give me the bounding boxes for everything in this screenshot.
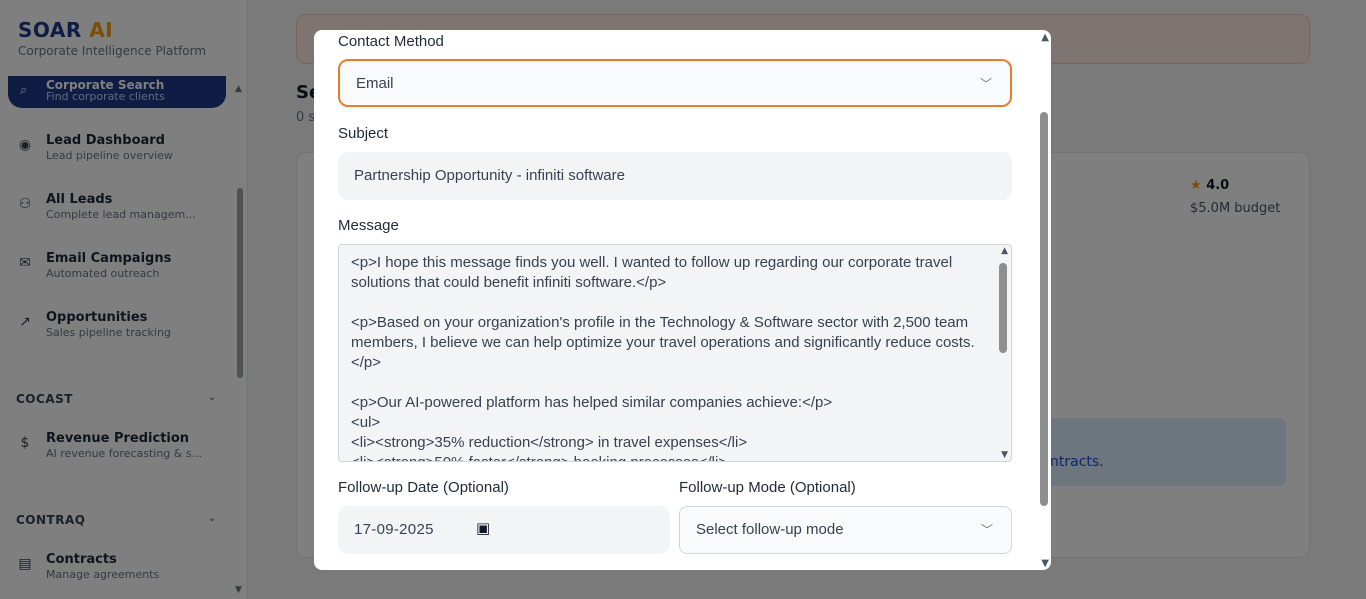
chevron-down-icon: ﹀ <box>979 77 992 91</box>
subject-label: Subject <box>338 125 389 142</box>
textarea-scroll-up-arrow[interactable]: ▲ <box>1001 246 1008 256</box>
modal-scrollbar[interactable] <box>1040 112 1048 506</box>
modal-scroll-down-arrow[interactable]: ▼ <box>1041 558 1049 569</box>
followup-date-label: Follow-up Date (Optional) <box>338 479 509 496</box>
subject-input[interactable]: Partnership Opportunity - infiniti softw… <box>338 152 1012 200</box>
contact-method-label: Contact Method <box>338 33 444 50</box>
chevron-down-icon: ﹀ <box>980 523 993 537</box>
followup-date-input[interactable]: 17-09-2025 ▣ <box>338 506 670 554</box>
followup-mode-label: Follow-up Mode (Optional) <box>679 479 856 496</box>
calendar-icon[interactable]: ▣ <box>476 519 490 537</box>
message-text: <p>I hope this message finds you well. I… <box>351 254 975 461</box>
textarea-scrollbar[interactable] <box>999 263 1007 353</box>
message-label: Message <box>338 217 399 234</box>
contact-method-select[interactable]: Email ﹀ <box>338 59 1012 107</box>
followup-mode-select[interactable]: Select follow-up mode ﹀ <box>679 506 1012 554</box>
contact-modal: ▲ ▼ Contact Method Email ﹀ Subject Partn… <box>314 30 1051 570</box>
modal-scroll-up-arrow[interactable]: ▲ <box>1041 32 1049 43</box>
textarea-scroll-down-arrow[interactable]: ▼ <box>1001 450 1008 460</box>
message-textarea[interactable]: <p>I hope this message finds you well. I… <box>338 244 1012 462</box>
